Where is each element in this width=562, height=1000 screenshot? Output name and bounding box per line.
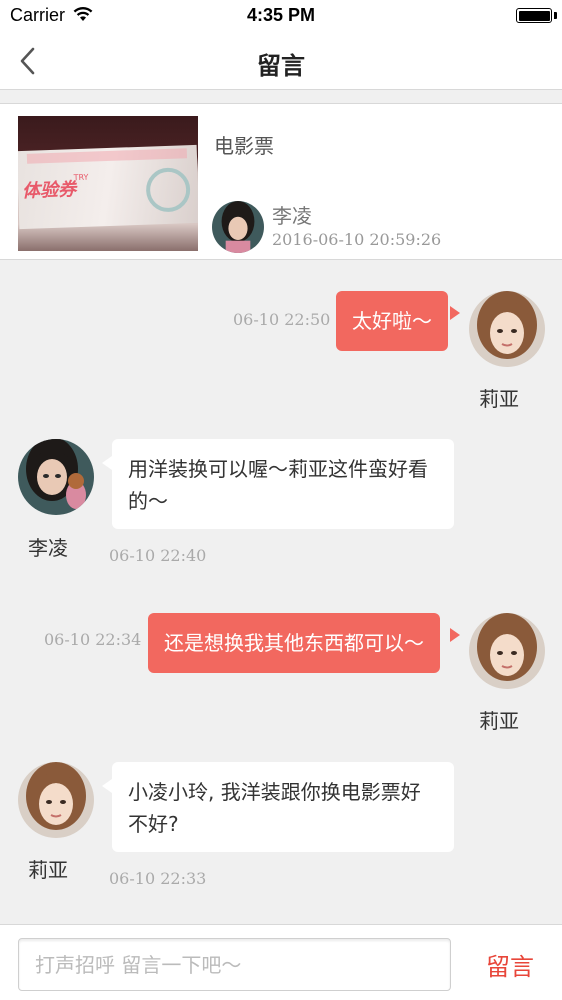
seller-avatar[interactable] bbox=[212, 201, 264, 253]
message-input[interactable] bbox=[18, 938, 451, 991]
avatar[interactable] bbox=[469, 613, 545, 689]
bubble-tail bbox=[450, 306, 460, 320]
bubble-tail bbox=[102, 456, 112, 470]
sender-name: 莉亚 bbox=[479, 709, 519, 733]
sender-name: 李凌 bbox=[28, 536, 68, 560]
message-time: 06-10 22:34 bbox=[44, 630, 142, 649]
product-card[interactable]: 体验券 TRY 电影票 李凌 2016-06-10 20:59:26 bbox=[0, 103, 562, 260]
message-time: 06-10 22:50 bbox=[233, 310, 331, 329]
product-thumbnail[interactable]: 体验券 TRY bbox=[18, 116, 198, 251]
sender-name: 莉亚 bbox=[479, 387, 519, 411]
avatar[interactable] bbox=[18, 762, 94, 838]
sender-name: 莉亚 bbox=[28, 858, 68, 882]
message-bubble[interactable]: 用洋装换可以喔～莉亚这件蛮好看的～ bbox=[112, 439, 454, 529]
message-bubble[interactable]: 还是想换我其他东西都可以～ bbox=[148, 613, 440, 673]
product-title: 电影票 bbox=[214, 134, 274, 158]
nav-bar: 留言 bbox=[0, 32, 562, 90]
message-bubble[interactable]: 太好啦～ bbox=[336, 291, 448, 351]
battery-icon bbox=[516, 8, 552, 23]
seller-name: 李凌 bbox=[272, 204, 312, 228]
message-bubble[interactable]: 小凌小玲, 我洋装跟你换电影票好不好? bbox=[112, 762, 454, 852]
send-button[interactable]: 留言 bbox=[470, 947, 550, 982]
bubble-tail bbox=[450, 628, 460, 642]
avatar[interactable] bbox=[18, 439, 94, 515]
avatar[interactable] bbox=[469, 291, 545, 367]
bubble-tail bbox=[102, 779, 112, 793]
ticket-text: 体验券 bbox=[21, 179, 77, 202]
page-title: 留言 bbox=[257, 52, 305, 80]
status-time: 4:35 PM bbox=[246, 5, 316, 25]
message-time: 06-10 22:40 bbox=[109, 546, 207, 565]
input-bar: 留言 bbox=[0, 924, 562, 1000]
battery-tip bbox=[554, 12, 557, 19]
ticket-subtext: TRY bbox=[73, 172, 89, 183]
ticket-image: 体验券 TRY bbox=[18, 144, 198, 230]
post-time: 2016-06-10 20:59:26 bbox=[272, 230, 442, 249]
status-bar: Carrier 4:35 PM bbox=[0, 0, 562, 32]
message-time: 06-10 22:33 bbox=[109, 869, 207, 888]
